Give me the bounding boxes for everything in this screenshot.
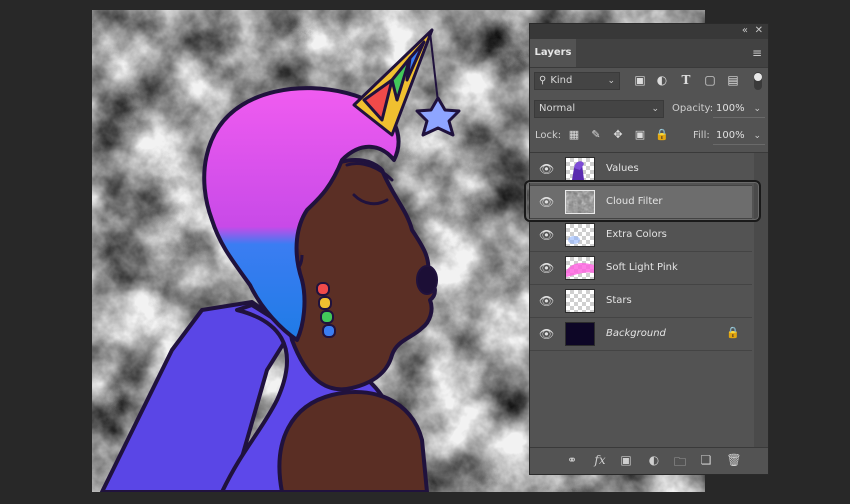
layers-panel: « ✕ Layers ≡ ⚲ Kind ⌄ ▣ ◐ T ▢ ▤ Normal ⌄ … — [529, 23, 769, 475]
opacity-value: 100% — [716, 103, 745, 114]
opacity-field[interactable]: 100% ⌄ — [713, 100, 765, 118]
blend-row: Normal ⌄ Opacity: 100% ⌄ — [530, 100, 768, 120]
eye-icon[interactable]: 👁 — [539, 261, 554, 275]
type-filter-icon[interactable]: T — [678, 73, 694, 87]
chevron-down-icon: ⌄ — [753, 104, 761, 114]
blend-mode-value: Normal — [539, 103, 576, 114]
kind-label: Kind — [550, 75, 573, 86]
fill-value: 100% — [716, 130, 745, 141]
layer-name: Soft Light Pink — [606, 262, 678, 273]
chevron-down-icon: ⌄ — [651, 104, 659, 114]
lock-all-icon[interactable]: 🔒 — [654, 128, 670, 141]
layer-thumbnail — [565, 256, 595, 280]
panel-tab-row: Layers ≡ — [530, 39, 768, 68]
kind-filter-select[interactable]: ⚲ Kind ⌄ — [534, 72, 620, 90]
layer-thumbnail — [565, 223, 595, 247]
eye-icon[interactable]: 👁 — [539, 294, 554, 308]
panel-menu-icon[interactable]: ≡ — [752, 46, 762, 60]
layer-row-background[interactable]: 👁 Background 🔒 — [530, 318, 752, 351]
trash-icon[interactable]: 🗑 — [726, 453, 742, 467]
close-icon[interactable]: ✕ — [755, 25, 763, 37]
lock-transparent-icon[interactable]: ▦ — [566, 128, 582, 141]
lock-icon: 🔒 — [726, 326, 740, 339]
lock-paint-icon[interactable]: ✎ — [588, 128, 604, 141]
opacity-label: Opacity: — [672, 103, 714, 114]
blend-mode-select[interactable]: Normal ⌄ — [534, 100, 664, 118]
eye-icon[interactable]: 👁 — [539, 162, 554, 176]
layer-thumbnail — [565, 157, 595, 181]
filter-toggle[interactable] — [754, 72, 762, 90]
layer-row-stars[interactable]: 👁 Stars — [530, 285, 752, 318]
lock-position-icon[interactable]: ✥ — [610, 128, 626, 141]
layer-name: Values — [606, 163, 639, 174]
layer-name: Cloud Filter — [606, 196, 663, 207]
chevron-down-icon: ⌄ — [607, 76, 615, 86]
mask-icon[interactable]: ▣ — [618, 453, 634, 467]
lock-artboard-icon[interactable]: ▣ — [632, 128, 648, 141]
double-chevron-icon[interactable]: « — [742, 25, 748, 37]
eye-icon[interactable]: 👁 — [539, 195, 554, 209]
layer-name: Extra Colors — [606, 229, 667, 240]
search-icon: ⚲ — [539, 75, 547, 86]
layer-name: Stars — [606, 295, 632, 306]
layer-list-scrollbar[interactable] — [754, 153, 768, 449]
layer-thumbnail — [565, 289, 595, 313]
layer-name: Background — [606, 328, 666, 339]
new-layer-icon[interactable]: ❏ — [698, 453, 714, 467]
layer-row-soft-light-pink[interactable]: 👁 Soft Light Pink — [530, 252, 752, 285]
adjustment-layer-icon[interactable]: ◐ — [646, 453, 662, 467]
layer-row-extra-colors[interactable]: 👁 Extra Colors — [530, 219, 752, 252]
layer-thumbnail — [565, 190, 595, 214]
eye-icon[interactable]: 👁 — [539, 228, 554, 242]
tab-layers[interactable]: Layers — [530, 39, 576, 67]
layer-thumbnail — [565, 322, 595, 346]
link-layers-icon[interactable]: ⚭ — [564, 453, 580, 467]
layer-filter-row: ⚲ Kind ⌄ ▣ ◐ T ▢ ▤ — [530, 72, 768, 94]
fx-icon[interactable]: fx — [592, 453, 608, 467]
image-filter-icon[interactable]: ▣ — [632, 73, 648, 87]
shape-filter-icon[interactable]: ▢ — [702, 73, 718, 87]
group-folder-icon[interactable]: 🗀 — [672, 453, 688, 474]
panel-titlebar: « ✕ — [530, 24, 768, 39]
layer-list: 👁 Values 👁 Cloud Filter 👁 Extra Colors 👁… — [530, 152, 768, 449]
layers-footer-toolbar: ⚭ fx ▣ ◐ 🗀 ❏ 🗑 — [530, 447, 768, 474]
fill-label: Fill: — [693, 130, 710, 141]
lock-label: Lock: — [535, 130, 562, 141]
layer-row-values[interactable]: 👁 Values — [530, 153, 752, 186]
adjustment-filter-icon[interactable]: ◐ — [654, 73, 670, 87]
layer-row-cloud-filter[interactable]: 👁 Cloud Filter — [530, 186, 752, 219]
lock-row: Lock: ▦ ✎ ✥ ▣ 🔒 Fill: 100% ⌄ — [530, 127, 768, 147]
chevron-down-icon: ⌄ — [753, 131, 761, 141]
eye-icon[interactable]: 👁 — [539, 327, 554, 341]
fill-field[interactable]: 100% ⌄ — [713, 127, 765, 145]
smart-object-filter-icon[interactable]: ▤ — [725, 73, 741, 87]
